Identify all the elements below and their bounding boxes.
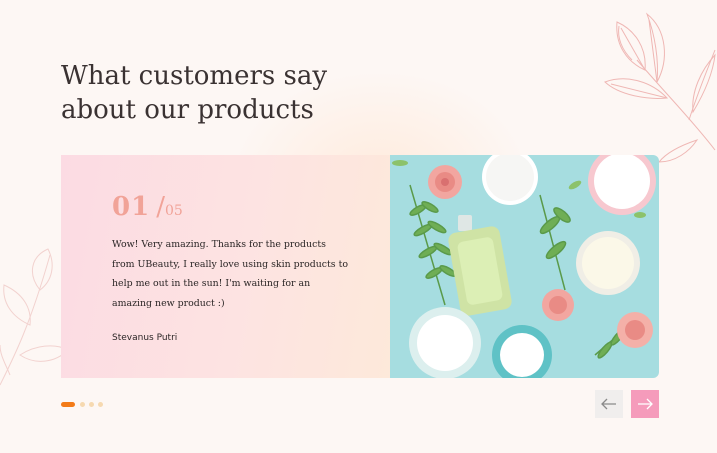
current-slide-number: 01 [112, 192, 151, 222]
pagination-dot[interactable] [98, 402, 103, 407]
pagination-dot[interactable] [89, 402, 94, 407]
slide-counter: 01/05 [112, 192, 183, 222]
skincare-products-illustration [390, 155, 659, 378]
pagination-dot-active[interactable] [61, 402, 75, 407]
next-button[interactable] [631, 390, 659, 418]
total-slides-number: 05 [164, 203, 183, 219]
counter-separator: / [156, 192, 165, 222]
testimonial-quote: Wow! Very amazing. Thanks for the produc… [112, 239, 349, 309]
arrow-right-icon [638, 398, 653, 410]
testimonial-card: 01/05 Wow! Very amazing. Thanks for the … [61, 155, 391, 378]
testimonial-author: Stevanus Putri [112, 333, 178, 343]
previous-button[interactable] [595, 390, 623, 418]
product-image [390, 155, 659, 378]
pagination-dot[interactable] [80, 402, 85, 407]
leaf-decoration-icon [0, 248, 69, 386]
arrow-left-icon [601, 398, 616, 410]
leaf-decoration-icon [604, 12, 716, 163]
section-title: What customers say about our products [61, 61, 328, 125]
